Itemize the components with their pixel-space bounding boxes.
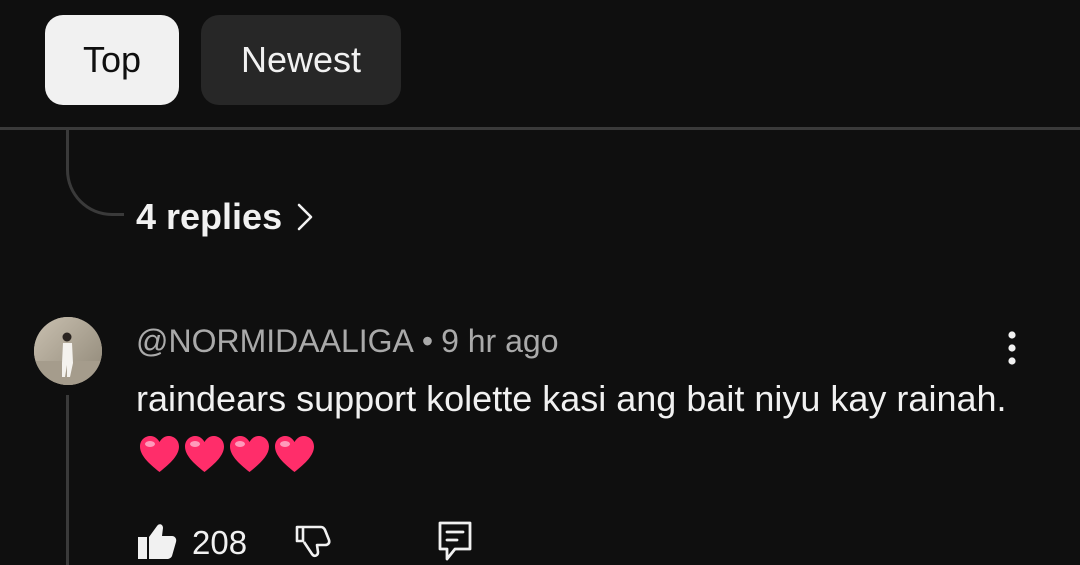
comment-body: raindears support kolette kasi ang bait … bbox=[136, 370, 1016, 484]
meta-separator: • bbox=[421, 322, 434, 359]
heart-emoji bbox=[185, 436, 224, 472]
replies-label: 4 replies bbox=[136, 196, 283, 237]
reply-button[interactable] bbox=[435, 519, 475, 565]
comment-time: 9 hr ago bbox=[441, 322, 559, 359]
heart-emojis bbox=[138, 434, 318, 474]
chevron-right-icon bbox=[296, 202, 314, 232]
more-vertical-icon bbox=[1006, 330, 1018, 371]
comment-sort-bar: Top Newest bbox=[0, 0, 1080, 128]
divider bbox=[0, 127, 1080, 130]
avatar[interactable] bbox=[34, 317, 102, 385]
comment-actions: 208 bbox=[136, 518, 475, 565]
thread-connector bbox=[66, 130, 124, 216]
like-count: 208 bbox=[192, 524, 248, 561]
thread-line bbox=[66, 395, 69, 565]
like-button[interactable] bbox=[136, 521, 178, 565]
thumbs-down-icon bbox=[293, 521, 333, 565]
heart-emoji bbox=[230, 436, 269, 472]
thumbs-up-icon bbox=[136, 521, 178, 565]
sort-newest-chip[interactable]: Newest bbox=[201, 15, 401, 105]
comment-text: raindears support kolette kasi ang bait … bbox=[136, 378, 1007, 419]
sort-top-chip[interactable]: Top bbox=[45, 15, 179, 105]
reply-icon bbox=[435, 519, 475, 565]
dislike-button[interactable] bbox=[293, 521, 333, 565]
comments-panel: Top Newest 4 replies @NORMIDAALIGA • 9 h… bbox=[0, 0, 1080, 565]
more-options-button[interactable] bbox=[990, 326, 1034, 374]
heart-emoji bbox=[275, 436, 314, 472]
comment-meta: @NORMIDAALIGA • 9 hr ago bbox=[136, 320, 558, 362]
heart-emoji bbox=[140, 436, 179, 472]
comment-author[interactable]: @NORMIDAALIGA bbox=[136, 323, 414, 360]
view-replies-button[interactable]: 4 replies bbox=[136, 190, 314, 244]
